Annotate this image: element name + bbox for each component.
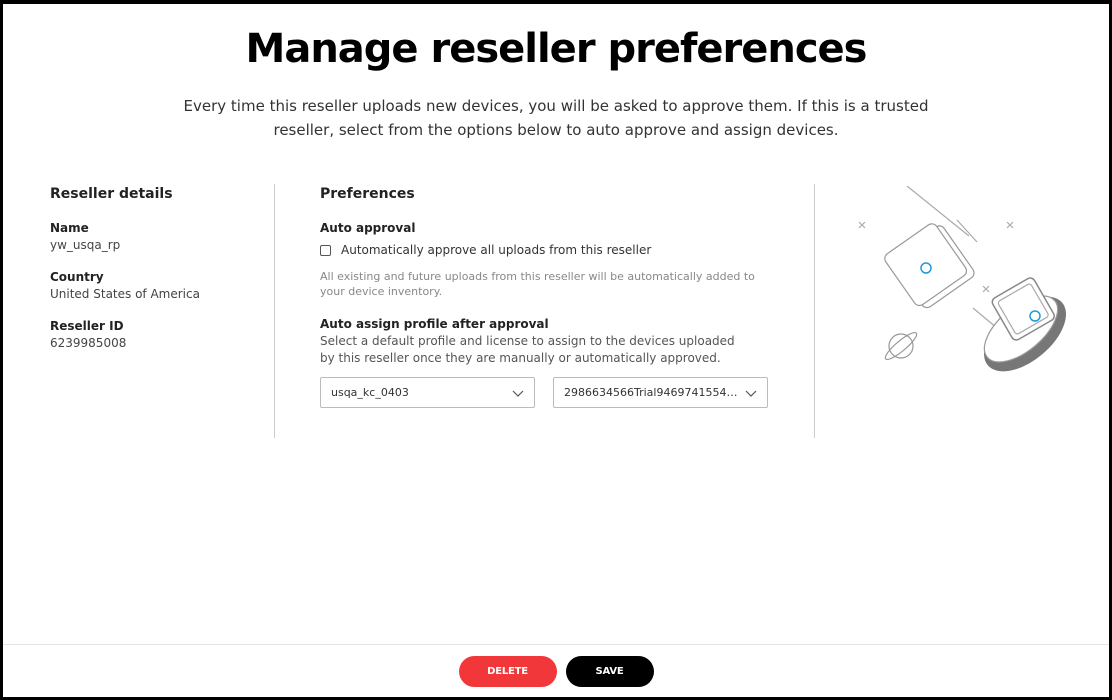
reseller-id-label: Reseller ID <box>50 319 124 333</box>
modal-window: Manage reseller preferences Every time t… <box>3 4 1109 697</box>
reseller-country-value: United States of America <box>50 287 200 301</box>
auto-approval-row[interactable]: Automatically approve all uploads from t… <box>320 243 780 257</box>
reseller-name-value: yw_usqa_rp <box>50 238 121 252</box>
auto-approval-checkbox[interactable] <box>320 244 331 256</box>
reseller-id-value: 6239985008 <box>50 336 127 350</box>
reseller-details-heading: Reseller details <box>50 186 173 202</box>
reseller-country-label: Country <box>50 270 104 284</box>
reseller-details-panel: Reseller details Name yw_usqa_rp Country… <box>50 186 270 368</box>
page-title: Manage reseller preferences <box>245 26 868 72</box>
chevron-down-icon <box>745 390 757 397</box>
devices-illustration <box>858 186 1066 372</box>
license-select-value: 2986634566Trial94697415544959... <box>564 386 744 399</box>
auto-approval-checkbox-label[interactable]: Automatically approve all uploads from t… <box>341 243 651 257</box>
preferences-heading: Preferences <box>320 186 415 202</box>
delete-button[interactable]: DELETE <box>458 655 557 687</box>
chevron-down-icon <box>512 390 524 397</box>
save-button[interactable]: SAVE <box>565 655 654 687</box>
license-select[interactable]: 2986634566Trial94697415544959... <box>553 377 768 408</box>
page-subtitle: Every time this reseller uploads new dev… <box>183 97 929 139</box>
profile-license-selects: usqa_kc_0403 2986634566Trial946974155449… <box>320 377 780 408</box>
modal-footer: DELETE SAVE <box>3 644 1109 697</box>
auto-approval-note: All existing and future uploads from thi… <box>320 270 755 298</box>
auto-approval-label: Auto approval <box>320 221 416 235</box>
profile-select[interactable]: usqa_kc_0403 <box>320 377 535 408</box>
auto-assign-label: Auto assign profile after approval <box>320 317 549 331</box>
auto-assign-description: Select a default profile and license to … <box>320 334 735 365</box>
reseller-id-field: Reseller ID 6239985008 <box>50 319 270 350</box>
reseller-country-field: Country United States of America <box>50 270 270 301</box>
reseller-name-label: Name <box>50 221 89 235</box>
profile-select-value: usqa_kc_0403 <box>331 386 409 399</box>
column-divider-left <box>274 184 275 438</box>
column-divider-right <box>814 184 815 438</box>
reseller-name-field: Name yw_usqa_rp <box>50 221 270 252</box>
preferences-panel: Preferences Auto approval Automatically … <box>320 186 780 408</box>
